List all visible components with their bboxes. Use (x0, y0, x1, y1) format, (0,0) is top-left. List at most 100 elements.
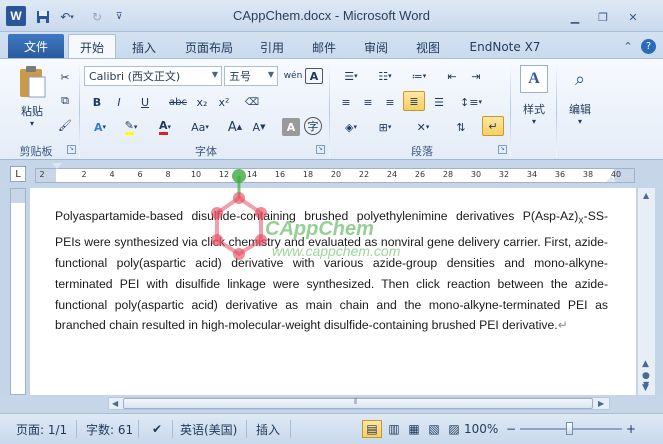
help-icon[interactable]: ? (641, 39, 656, 54)
subscript-button[interactable]: x₂ (192, 92, 212, 112)
align-left-icon[interactable]: ≡ (336, 92, 356, 112)
browse-object-icon[interactable]: ● (642, 371, 650, 381)
scroll-right-icon[interactable]: ▶ (598, 399, 604, 408)
scroll-left-icon[interactable]: ◀ (112, 399, 118, 408)
styles-icon: A (520, 65, 548, 93)
font-size-combo[interactable]: 五号 ▼ (224, 66, 278, 86)
proofing-icon[interactable]: ✔ (146, 420, 168, 438)
page-count[interactable]: 页面: 1/1 (16, 420, 67, 438)
superscript-button[interactable]: x² (214, 92, 234, 112)
align-center-icon[interactable]: ≡ (358, 92, 378, 112)
grow-font-button[interactable]: A ▲ (226, 117, 244, 137)
group-divider (556, 63, 557, 157)
paste-button[interactable]: 粘贴 ▾ (12, 65, 52, 135)
status-divider (290, 420, 291, 438)
close-button[interactable]: ✕ (620, 8, 646, 26)
insert-mode[interactable]: 插入 (256, 420, 280, 438)
font-group-label: 字体 (195, 145, 217, 158)
format-painter-icon[interactable]: 🖌 (56, 115, 74, 135)
bold-button[interactable]: B (88, 92, 106, 112)
char-shading-button[interactable]: A (282, 118, 300, 136)
group-divider (79, 63, 80, 157)
watermark-url: www.cappchem.com (272, 243, 401, 259)
zoom-out-button[interactable]: − (504, 420, 518, 438)
horizontal-scroll-thumb[interactable]: ⦀ (123, 397, 593, 409)
font-launcher-icon[interactable]: ↘ (316, 145, 325, 154)
strikethrough-button[interactable]: abc (166, 92, 190, 112)
scroll-up-icon[interactable]: ▲ (643, 191, 649, 200)
underline-button[interactable]: U (134, 92, 156, 112)
chevron-down-icon: ▼ (211, 70, 218, 79)
ruler-label: 30 (470, 170, 482, 179)
font-name-combo[interactable]: Calibri (西文正文) ▼ (84, 66, 222, 86)
prev-page-icon[interactable]: ▲ (642, 359, 649, 369)
tab-selector-icon[interactable]: L (10, 166, 26, 182)
tab-mailings[interactable]: 邮件 (304, 37, 344, 57)
ruler-label: 4 (109, 170, 115, 179)
enclose-chars-button[interactable]: 字 (304, 117, 322, 135)
draft-view-icon[interactable]: ▨ (444, 420, 464, 438)
maximize-button[interactable]: ❐ (590, 8, 616, 26)
clipboard-launcher-icon[interactable]: ↘ (67, 145, 76, 154)
decrease-indent-icon[interactable]: ⇤ (442, 66, 462, 86)
word-count[interactable]: 字数: 61 (86, 420, 133, 438)
shrink-font-button[interactable]: A ▼ (250, 117, 268, 137)
status-divider (76, 420, 77, 438)
ruler-label: 24 (386, 170, 398, 179)
phonetic-guide-button[interactable]: wén (283, 66, 303, 86)
copy-icon[interactable]: ⧉ (56, 91, 74, 111)
first-line-indent-handle[interactable] (52, 163, 62, 169)
highlight-color-icon[interactable]: ✎ ▾ (118, 117, 144, 137)
borders-icon[interactable]: ⊞ ▾ (370, 117, 400, 137)
binoculars-icon: ⌕ (574, 68, 586, 90)
italic-button[interactable]: I (110, 92, 128, 112)
font-color-icon[interactable]: A ▾ (152, 117, 178, 137)
shading-icon[interactable]: ◈ ▾ (336, 117, 366, 137)
status-bar: 页面: 1/1 字数: 61 ✔ 英语(美国) 插入 ▤ ▥ ▦ ▧ ▨ 100… (0, 413, 663, 444)
char-border-button[interactable]: A (305, 68, 323, 84)
outline-view-icon[interactable]: ▧ (424, 420, 444, 438)
justify-icon[interactable]: ≣ (403, 91, 425, 111)
numbering-icon[interactable]: ☷ ▾ (370, 66, 400, 86)
tab-references[interactable]: 引用 (252, 37, 292, 57)
show-marks-icon[interactable]: ↵ (482, 116, 504, 136)
print-layout-icon[interactable]: ▤ (362, 420, 382, 438)
collapse-ribbon-icon[interactable]: ⌃ (621, 38, 635, 54)
status-divider (246, 420, 247, 438)
minimize-button[interactable]: ▁ (562, 8, 588, 26)
distributed-icon[interactable]: ☰ (428, 92, 450, 112)
paragraph-launcher-icon[interactable]: ↘ (498, 145, 507, 154)
change-case-button[interactable]: Aa ▾ (186, 117, 214, 137)
tab-view[interactable]: 视图 (408, 37, 448, 57)
line-spacing-icon[interactable]: ↕≡ ▾ (456, 92, 486, 112)
multilevel-list-icon[interactable]: ≔ ▾ (404, 66, 434, 86)
zoom-slider-thumb[interactable] (566, 422, 573, 435)
align-right-icon[interactable]: ≡ (380, 92, 400, 112)
language-indicator[interactable]: 英语(美国) (180, 420, 237, 438)
bullets-icon[interactable]: ☰ ▾ (336, 66, 366, 86)
clear-format-icon[interactable]: ⌫ (242, 92, 262, 112)
right-indent-handle[interactable] (606, 176, 616, 182)
tab-home[interactable]: 开始 (68, 34, 116, 59)
styles-button[interactable]: A 样式 ▾ (514, 65, 554, 135)
tab-page-layout[interactable]: 页面布局 (176, 37, 242, 57)
tab-file[interactable]: 文件 (8, 34, 64, 58)
full-screen-reading-icon[interactable]: ▥ (384, 420, 404, 438)
tab-review[interactable]: 审阅 (356, 37, 396, 57)
increase-indent-icon[interactable]: ⇥ (466, 66, 486, 86)
horizontal-ruler[interactable]: 2 2 4 6 8 10 12 14 16 18 20 22 24 26 28 … (35, 163, 635, 183)
chinese-layout-icon[interactable]: ✕ ▾ (408, 117, 438, 137)
horizontal-scroll-area: ⦀ ◀ ▶ ▲ ● ▼ (0, 359, 663, 413)
zoom-level[interactable]: 100% (464, 420, 498, 438)
next-page-icon[interactable]: ▼ (642, 383, 649, 393)
tab-insert[interactable]: 插入 (124, 37, 164, 57)
editing-button[interactable]: ⌕ 编辑 ▾ (560, 65, 600, 135)
tab-endnote[interactable]: EndNote X7 (462, 37, 548, 57)
web-layout-icon[interactable]: ▦ (404, 420, 424, 438)
text-effects-icon[interactable]: A ▾ (88, 117, 112, 137)
sort-icon[interactable]: ⇅ (450, 117, 472, 137)
cut-icon[interactable]: ✂ (56, 67, 74, 87)
zoom-in-button[interactable]: + (624, 420, 638, 438)
vertical-ruler[interactable] (10, 188, 26, 395)
doc-text-formula: P(Asp-Az) (522, 209, 579, 223)
